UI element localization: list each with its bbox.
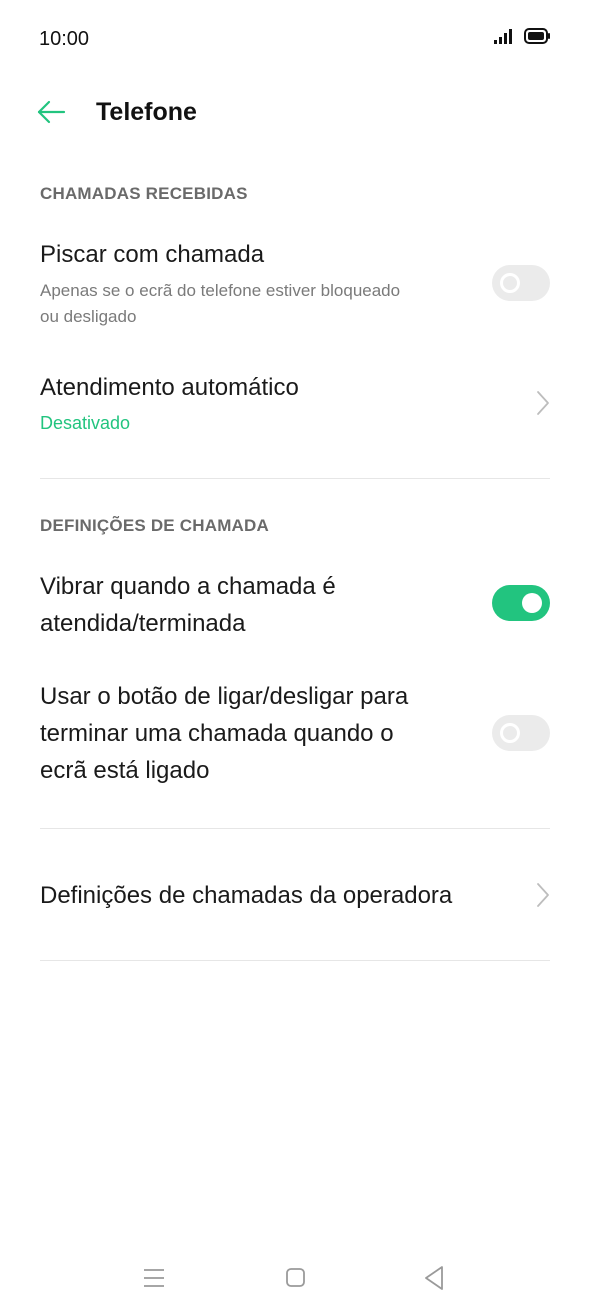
divider <box>40 960 550 961</box>
battery-icon <box>524 28 550 44</box>
flash-on-call-subtitle-line1: Apenas se o ecrã do telefone estiver blo… <box>40 281 401 300</box>
power-button-title-line3: ecrã está ligado <box>40 757 210 784</box>
chevron-right-icon <box>537 391 549 415</box>
vibrate-title-line2: atendida/terminada <box>40 610 246 637</box>
back-triangle-icon[interactable] <box>414 1260 454 1296</box>
power-button-end-toggle[interactable] <box>492 715 550 751</box>
status-bar: 10:00 <box>0 0 590 78</box>
back-arrow-icon[interactable] <box>36 98 66 126</box>
flash-on-call-subtitle-line2: ou desligado <box>40 307 137 326</box>
power-button-title-line2: terminar uma chamada quando o <box>40 720 394 747</box>
toggle-knob <box>500 273 520 293</box>
chevron-right-icon <box>537 883 549 907</box>
signal-icon <box>494 29 512 44</box>
navigation-bar <box>0 1252 590 1312</box>
carrier-settings-title: Definições de chamadas da operadora <box>40 882 453 909</box>
power-button-title-line1: Usar o botão de ligar/desligar para <box>40 683 409 710</box>
auto-answer-title: Atendimento automático <box>40 374 299 401</box>
divider <box>40 478 550 479</box>
menu-icon[interactable] <box>134 1260 174 1296</box>
auto-answer-value: Desativado <box>40 413 131 433</box>
vibrate-title-line1: Vibrar quando a chamada é <box>40 573 336 600</box>
app-header: Telefone <box>0 84 590 140</box>
page-title: Telefone <box>96 98 197 126</box>
toggle-knob <box>522 593 542 613</box>
flash-on-call-toggle[interactable] <box>492 265 550 301</box>
flash-on-call-title: Piscar com chamada <box>40 241 265 268</box>
home-icon[interactable] <box>275 1260 315 1296</box>
toggle-knob <box>500 723 520 743</box>
section-header-incoming: CHAMADAS RECEBIDAS <box>40 184 248 203</box>
status-time: 10:00 <box>39 28 90 50</box>
divider <box>40 828 550 829</box>
status-icons <box>494 28 550 44</box>
section-header-call-settings: DEFINIÇÕES DE CHAMADA <box>40 516 269 535</box>
vibrate-toggle[interactable] <box>492 585 550 621</box>
